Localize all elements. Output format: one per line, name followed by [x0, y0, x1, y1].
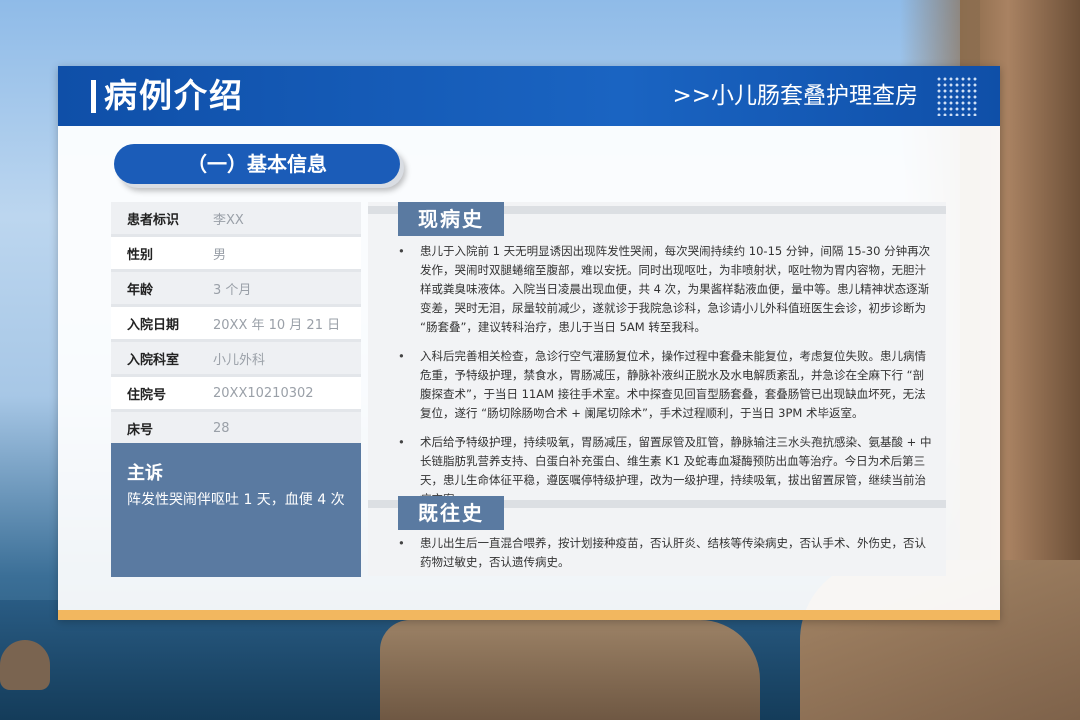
page-title: 病例介绍 — [104, 76, 244, 115]
list-item: 患儿于入院前 1 天无明显诱因出现阵发性哭闹，每次哭闹持续约 10-15 分钟，… — [398, 242, 932, 337]
page-subtitle: >>小儿肠套叠护理查房 — [672, 83, 918, 109]
info-value: 20XX 年 10 月 21 日 — [213, 317, 341, 333]
info-key: 住院号 — [127, 387, 167, 403]
background-rock-left — [0, 640, 50, 690]
info-key: 入院日期 — [127, 317, 180, 333]
list-item: 患儿出生后一直混合喂养，按计划接种疫苗，否认肝炎、结核等传染病史，否认手术、外伤… — [398, 534, 932, 572]
present-history-list: 患儿于入院前 1 天无明显诱因出现阵发性哭闹，每次哭闹持续约 10-15 分钟，… — [398, 242, 932, 519]
info-key: 年龄 — [127, 282, 154, 298]
background-rock-center — [380, 620, 760, 720]
info-row-patient: 患者标识 李XX — [111, 202, 361, 237]
dot-grid-decoration — [936, 76, 978, 116]
present-history-title: 现病史 — [398, 202, 504, 236]
past-history-title: 既往史 — [398, 496, 504, 530]
slide-header: 病例介绍 >>小儿肠套叠护理查房 — [58, 66, 1000, 126]
present-history-section: 现病史 患儿于入院前 1 天无明显诱因出现阵发性哭闹，每次哭闹持续约 10-15… — [368, 202, 946, 506]
info-value: 李XX — [213, 212, 244, 228]
info-value: 28 — [213, 420, 230, 436]
info-row-age: 年龄 3 个月 — [111, 272, 361, 307]
info-value: 小儿外科 — [213, 352, 266, 368]
slide-card: 病例介绍 >>小儿肠套叠护理查房 （一）基本信息 患者标识 李XX 性别 男 年… — [58, 66, 1000, 620]
title-accent-bar — [91, 80, 96, 113]
chief-complaint-box: 主诉 阵发性哭闹伴呕吐 1 天，血便 4 次 — [111, 443, 361, 577]
past-history-list: 患儿出生后一直混合喂养，按计划接种疫苗，否认肝炎、结核等传染病史，否认手术、外伤… — [398, 534, 932, 582]
basic-info-heading: （一）基本信息 — [114, 144, 400, 184]
info-key: 入院科室 — [127, 352, 180, 368]
info-value: 3 个月 — [213, 282, 252, 298]
past-history-section: 既往史 患儿出生后一直混合喂养，按计划接种疫苗，否认肝炎、结核等传染病史，否认手… — [368, 496, 946, 576]
info-key: 性别 — [127, 247, 154, 263]
info-row-bed-number: 床号 28 — [111, 412, 361, 447]
info-value: 20XX10210302 — [213, 385, 314, 401]
basic-info-table: 患者标识 李XX 性别 男 年龄 3 个月 入院日期 20XX 年 10 月 2… — [111, 202, 361, 447]
info-key: 患者标识 — [127, 212, 180, 228]
info-key: 床号 — [127, 422, 154, 438]
info-value: 男 — [213, 247, 227, 263]
info-row-gender: 性别 男 — [111, 237, 361, 272]
list-item: 入科后完善相关检查，急诊行空气灌肠复位术，操作过程中套叠未能复位，考虑复位失败。… — [398, 347, 932, 423]
info-row-department: 入院科室 小儿外科 — [111, 342, 361, 377]
info-row-hospital-number: 住院号 20XX10210302 — [111, 377, 361, 412]
chief-complaint-text: 阵发性哭闹伴呕吐 1 天，血便 4 次 — [127, 492, 345, 508]
bottom-accent-bar — [58, 610, 1000, 620]
info-row-admission-date: 入院日期 20XX 年 10 月 21 日 — [111, 307, 361, 342]
chief-complaint-title: 主诉 — [127, 463, 163, 484]
